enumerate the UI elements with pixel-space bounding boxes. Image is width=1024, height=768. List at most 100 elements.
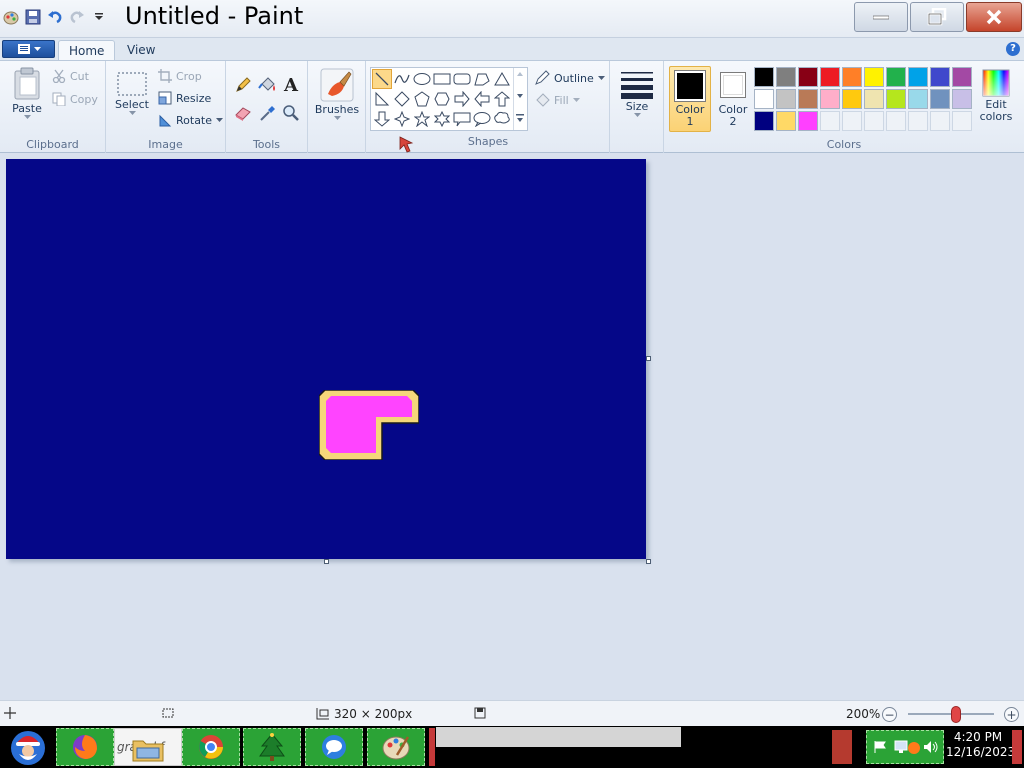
shape-left-arrow[interactable] [472,89,492,109]
palette-swatch[interactable] [754,111,774,131]
shape-five-point-star[interactable] [412,109,432,129]
taskbar-explorer[interactable]: gra...d f [114,728,182,766]
shape-diamond[interactable] [392,89,412,109]
resize-button[interactable]: Resize [158,91,211,105]
firefox-tray-icon[interactable] [907,741,921,755]
palette-swatch-empty[interactable] [886,111,906,131]
shape-rectangle-callout[interactable] [452,109,472,129]
resize-handle-bottom[interactable] [324,559,329,564]
shape-hexagon[interactable] [432,89,452,109]
close-button[interactable] [966,2,1022,32]
palette-swatch-empty[interactable] [952,111,972,131]
drawing-canvas[interactable] [6,159,646,559]
shape-up-arrow[interactable] [492,89,512,109]
start-button[interactable] [4,727,52,767]
shape-rounded-rectangle[interactable] [452,69,472,89]
tab-home[interactable]: Home [58,40,116,61]
help-icon[interactable]: ? [1006,42,1020,56]
shape-down-arrow[interactable] [372,109,392,129]
color-picker-tool[interactable] [256,102,278,124]
paint-menu-button[interactable] [2,40,55,58]
flag-icon[interactable] [873,740,887,754]
tab-view[interactable]: View [117,40,165,61]
palette-swatch-empty[interactable] [842,111,862,131]
shape-right-arrow[interactable] [452,89,472,109]
show-desktop-button[interactable] [1012,730,1022,764]
shape-four-point-star[interactable] [392,109,412,129]
shape-oval-callout[interactable] [472,109,492,129]
zoom-slider-thumb[interactable] [951,706,961,723]
palette-swatch-empty[interactable] [908,111,928,131]
palette-swatch[interactable] [754,89,774,109]
palette-swatch-empty[interactable] [930,111,950,131]
taskbar-messenger[interactable] [305,728,363,766]
cut-button[interactable]: Cut [52,69,89,83]
palette-swatch[interactable] [820,67,840,87]
restore-button[interactable] [910,2,964,32]
shape-oval[interactable] [412,69,432,89]
pencil-tool[interactable] [232,74,254,96]
palette-swatch[interactable] [908,67,928,87]
magnifier-tool[interactable] [280,102,302,124]
fill-tool[interactable] [256,74,278,96]
outline-button[interactable]: Outline [534,70,605,86]
palette-swatch-empty[interactable] [864,111,884,131]
select-button[interactable]: Select [114,71,150,115]
palette-swatch[interactable] [798,111,818,131]
color2-button[interactable]: Color 2 [713,66,753,128]
shape-triangle[interactable] [492,69,512,89]
eraser-tool[interactable] [232,102,254,124]
copy-button[interactable]: Copy [52,92,98,106]
taskbar-christmas-tree[interactable] [243,728,301,766]
shape-cloud-callout[interactable] [492,109,512,129]
shape-right-triangle[interactable] [372,89,392,109]
color1-button[interactable]: Color 1 [669,66,711,132]
taskbar-firefox[interactable] [56,728,114,766]
shape-line[interactable] [372,69,392,89]
palette-swatch[interactable] [930,89,950,109]
shape-polygon[interactable] [472,69,492,89]
save-icon[interactable] [24,8,42,26]
palette-swatch[interactable] [798,67,818,87]
volume-icon[interactable] [923,740,939,754]
palette-swatch[interactable] [754,67,774,87]
palette-swatch[interactable] [776,67,796,87]
palette-swatch[interactable] [952,89,972,109]
palette-swatch[interactable] [864,89,884,109]
palette-swatch-empty[interactable] [820,111,840,131]
palette-swatch[interactable] [930,67,950,87]
zoom-out-button[interactable]: − [882,707,897,722]
palette-swatch[interactable] [842,67,862,87]
taskbar-tray-item[interactable] [832,730,852,764]
palette-swatch[interactable] [820,89,840,109]
palette-swatch[interactable] [886,89,906,109]
palette-swatch[interactable] [842,89,862,109]
system-clock[interactable]: 4:20 PM 12/16/2023 [946,730,1015,760]
taskbar-chrome[interactable] [182,728,240,766]
palette-swatch[interactable] [864,67,884,87]
palette-swatch[interactable] [776,89,796,109]
crop-button[interactable]: Crop [158,69,202,83]
shape-pentagon[interactable] [412,89,432,109]
rotate-button[interactable]: Rotate [158,113,224,127]
resize-handle-right[interactable] [646,356,651,361]
text-tool[interactable]: A [280,74,302,96]
resize-handle-corner[interactable] [646,559,651,564]
shapes-scrollbar[interactable] [513,68,527,130]
size-button[interactable]: Size [618,69,656,117]
customize-qat-icon[interactable] [90,8,108,26]
zoom-in-button[interactable]: + [1004,707,1019,722]
minimize-button[interactable] [854,2,908,32]
shape-six-point-star[interactable] [432,109,452,129]
palette-swatch[interactable] [908,89,928,109]
redo-icon[interactable] [68,8,86,26]
palette-swatch[interactable] [798,89,818,109]
taskbar-paint[interactable] [367,728,425,766]
paint-app-icon[interactable] [2,8,20,26]
fill-button[interactable]: Fill [534,92,580,108]
palette-swatch[interactable] [886,67,906,87]
edit-colors-button[interactable]: Edit colors [976,69,1016,123]
brushes-button[interactable]: Brushes [315,68,359,120]
palette-swatch[interactable] [952,67,972,87]
paste-button[interactable]: Paste [8,67,46,119]
